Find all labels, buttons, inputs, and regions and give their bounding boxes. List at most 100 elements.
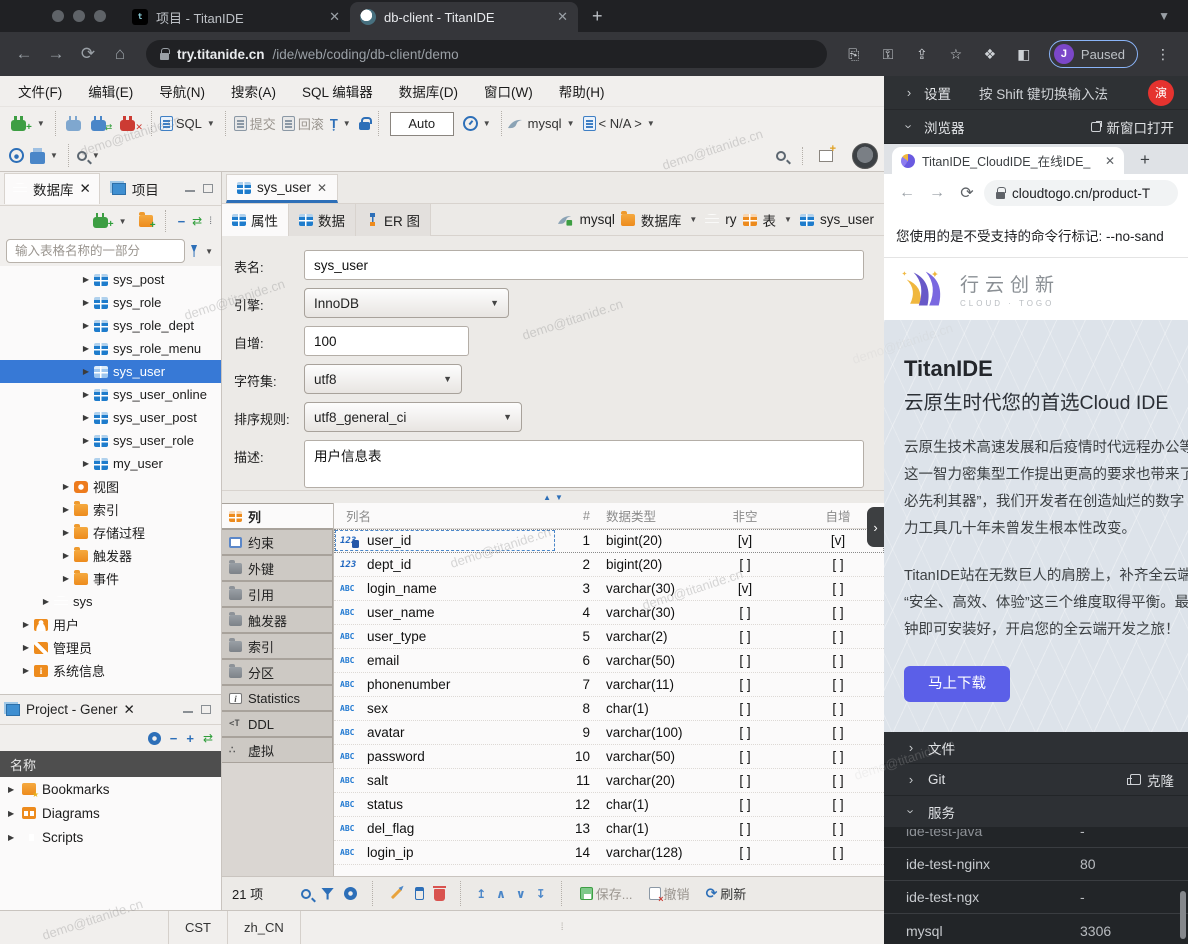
new-window-button[interactable] (816, 148, 836, 164)
ime-badge[interactable]: 演 (1148, 80, 1174, 106)
column-not-null[interactable]: [ ] (698, 821, 792, 836)
tree-item[interactable]: ▶ sys_user_online (0, 383, 221, 406)
chevron-right-icon[interactable]: ▶ (78, 390, 94, 399)
new-connection-button[interactable]: +▼ (6, 113, 50, 135)
section-tab[interactable]: DDL (222, 711, 333, 737)
tree-item[interactable]: ▶ 视图 (0, 475, 221, 498)
chevron-down-icon[interactable]: ▼ (50, 151, 58, 160)
column-row[interactable]: status 12 char(1) [ ] [ ] (334, 793, 884, 817)
table-filter-input[interactable] (6, 239, 185, 263)
column-row[interactable]: avatar 9 varchar(100) [ ] [ ] (334, 721, 884, 745)
browser-section-header[interactable]: › 浏览器 新窗口打开 (884, 110, 1188, 144)
tree-item[interactable]: ▶ 系统信息 (0, 659, 221, 682)
view-menu-icon[interactable]: ⁞ (209, 216, 213, 227)
revert-button[interactable]: 撤销 (646, 882, 693, 905)
column-not-null[interactable]: [ ] (698, 557, 792, 572)
column-not-null[interactable]: [ ] (698, 725, 792, 740)
splitter[interactable]: ▲▼ (222, 490, 884, 503)
chevron-right-icon[interactable]: ▶ (78, 344, 94, 353)
header-data-type[interactable]: 数据类型 (598, 506, 698, 525)
chevron-down-icon[interactable]: ▼ (205, 247, 213, 256)
dashboard-button[interactable] (6, 146, 27, 165)
service-row[interactable]: ide-test-java - (884, 829, 1188, 848)
chevron-down-icon[interactable]: ▼ (37, 119, 45, 128)
columns-icon[interactable] (415, 887, 424, 900)
chevron-right-icon[interactable]: ▶ (78, 413, 94, 422)
git-section-header[interactable]: › Git 克隆 (884, 764, 1188, 796)
chevron-right-icon[interactable]: ▶ (18, 666, 34, 675)
services-section-header[interactable]: › 服务 (884, 796, 1188, 828)
column-row[interactable]: del_flag 13 char(1) [ ] [ ] (334, 817, 884, 841)
column-auto-increment[interactable]: [ ] (792, 797, 884, 812)
gear-icon[interactable] (344, 887, 357, 900)
engine-select[interactable]: InnoDB▼ (304, 288, 509, 318)
column-not-null[interactable]: [ ] (698, 653, 792, 668)
tree-item[interactable]: ▶ 事件 (0, 567, 221, 590)
window-control-dot[interactable] (73, 10, 85, 22)
project-item[interactable]: ▶ Diagrams (0, 801, 221, 825)
column-not-null[interactable]: [ ] (698, 797, 792, 812)
back-icon[interactable]: ← (894, 184, 920, 202)
share-icon[interactable]: ⇪ (907, 46, 937, 63)
go-up-icon[interactable]: ∧ (496, 887, 506, 901)
reconnect-button[interactable]: ⇄ (86, 113, 116, 135)
column-not-null[interactable]: [v] (698, 581, 792, 596)
column-not-null[interactable]: [ ] (698, 773, 792, 788)
chevron-right-icon[interactable]: ▶ (78, 436, 94, 445)
connection-selector[interactable]: mysql▼ (525, 114, 580, 133)
chevron-right-icon[interactable]: ▶ (78, 275, 94, 284)
commit-button[interactable]: 提交 (231, 112, 279, 135)
new-tab-button[interactable]: + (1140, 150, 1150, 170)
chevron-right-icon[interactable]: ▶ (58, 528, 74, 537)
section-tab[interactable]: 触发器 (222, 607, 333, 633)
column-auto-increment[interactable]: [ ] (792, 557, 884, 572)
chevron-right-icon[interactable]: ▶ (18, 620, 34, 629)
table-name-input[interactable] (304, 250, 864, 280)
reload-icon[interactable]: ⟳ (74, 44, 102, 64)
tree-item[interactable]: ▶ 用户 (0, 613, 221, 636)
tree-item[interactable]: ▶ sys_user_role (0, 429, 221, 452)
chevron-down-icon[interactable]: ▼ (119, 217, 127, 226)
editor-tab-sys-user[interactable]: sys_user ✕ (226, 174, 338, 203)
chevron-right-icon[interactable]: ▶ (78, 367, 94, 376)
sql-editor-button[interactable]: SQL▼ (157, 114, 220, 133)
column-auto-increment[interactable]: [ ] (792, 749, 884, 764)
splitter-up-icon[interactable]: ▲ (543, 493, 551, 502)
tree-item[interactable]: ▶ sys (0, 590, 221, 613)
section-tab[interactable]: 外键 (222, 555, 333, 581)
back-icon[interactable]: ← (10, 44, 38, 64)
column-not-null[interactable]: [ ] (698, 845, 792, 860)
side-panel-icon[interactable]: ◧ (1009, 46, 1039, 63)
new-connection-button[interactable]: +▼ (88, 210, 132, 232)
column-auto-increment[interactable]: [ ] (792, 605, 884, 620)
preview-tab[interactable]: TitanIDE_CloudIDE_在线IDE_ ✕ (892, 147, 1124, 174)
column-not-null[interactable]: [ ] (698, 629, 792, 644)
tree-item[interactable]: ▶ sys_role_dept (0, 314, 221, 337)
breadcrumb-table[interactable]: 表 (763, 210, 777, 230)
chevron-down-icon[interactable]: ▼ (784, 215, 792, 224)
column-row[interactable]: user_type 5 varchar(2) [ ] [ ] (334, 625, 884, 649)
chevron-down-icon[interactable]: ▼ (92, 151, 100, 160)
chevron-down-icon[interactable]: ▼ (483, 119, 491, 128)
column-not-null[interactable]: [ ] (698, 677, 792, 692)
transaction-mode-button[interactable]: T̟▼ (327, 114, 356, 133)
link-editor-icon[interactable]: ⇄ (192, 214, 202, 228)
splitter-down-icon[interactable]: ▼ (555, 493, 563, 502)
gear-icon[interactable] (148, 732, 161, 745)
service-row[interactable]: mysql 3306 (884, 914, 1188, 944)
collapse-all-icon[interactable]: − (170, 731, 178, 746)
filter-icon[interactable] (191, 245, 197, 257)
tab-close-icon[interactable]: ✕ (317, 181, 327, 195)
window-control-dot[interactable] (94, 10, 106, 22)
tab-close-icon[interactable]: ✕ (329, 9, 340, 25)
section-tab[interactable]: 列 (222, 503, 333, 529)
maximize-icon[interactable] (201, 705, 211, 714)
description-textarea[interactable]: 用户信息表 (304, 440, 864, 488)
profile-badge[interactable]: J Paused (1049, 40, 1138, 68)
column-not-null[interactable]: [ ] (698, 605, 792, 620)
project-panel-tab[interactable]: Project - Gener ✕ (0, 695, 221, 725)
column-auto-increment[interactable]: [ ] (792, 629, 884, 644)
tab-project[interactable]: 项目 (104, 174, 167, 204)
section-tab[interactable]: Statistics (222, 685, 333, 711)
chevron-right-icon[interactable]: ▶ (8, 833, 22, 842)
